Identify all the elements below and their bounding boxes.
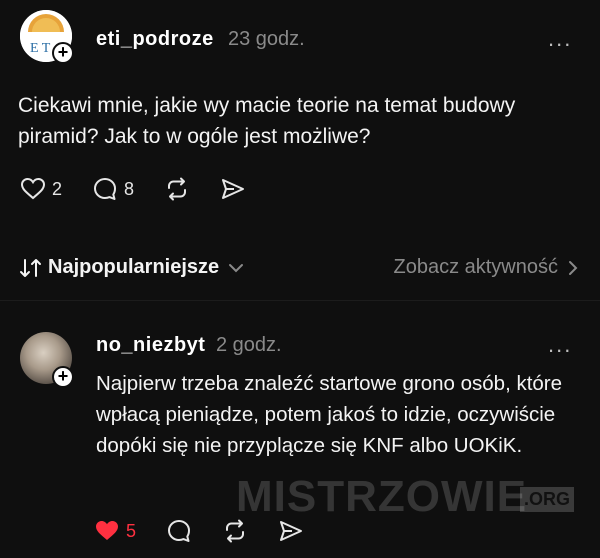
comment-icon <box>94 178 117 200</box>
reply-text: Najpierw trzeba znaleźć startowe grono o… <box>96 372 563 457</box>
view-activity-label: Zobacz aktywność <box>393 256 558 278</box>
sort-dropdown[interactable]: Najpopularniejsze <box>18 256 245 279</box>
post-actions: 2 8 <box>20 176 276 202</box>
post-text: Ciekawi mnie, jakie wy macie teorie na t… <box>18 94 516 148</box>
comment-count: 8 <box>124 178 135 199</box>
sort-icon <box>20 258 41 277</box>
heart-icon <box>96 521 118 540</box>
repost-button[interactable] <box>222 518 248 544</box>
main-post: E T + eti_podroze 23 godz. ... Ciekawi m… <box>0 0 600 230</box>
repost-button[interactable] <box>164 176 190 202</box>
reply-post: + no_niezbyt 2 godz. ... Najpierw trzeba… <box>0 320 600 558</box>
avatar-letters: E T <box>30 41 51 56</box>
sort-label: Najpopularniejsze <box>48 256 220 278</box>
like-count: 5 <box>126 520 137 541</box>
repost-icon <box>226 519 245 543</box>
view-activity-link[interactable]: Zobacz aktywność <box>393 256 580 279</box>
chevron-down-icon <box>229 263 244 272</box>
post-username[interactable]: eti_podroze <box>96 28 214 51</box>
share-icon <box>222 179 245 199</box>
more-icon[interactable]: ... <box>548 28 572 50</box>
post-time: 23 godz. <box>228 28 305 50</box>
more-icon[interactable]: ... <box>548 334 572 356</box>
watermark-text: MISTRZOWIE <box>236 472 528 521</box>
heart-icon <box>20 177 46 200</box>
reply-actions: 5 <box>94 518 334 544</box>
follow-plus-icon[interactable]: + <box>52 42 74 64</box>
chevron-right-icon <box>569 260 578 275</box>
share-button[interactable] <box>278 518 304 544</box>
reply-username[interactable]: no_niezbyt <box>96 334 205 357</box>
repost-icon <box>168 177 187 201</box>
reply-time: 2 godz. <box>216 334 282 356</box>
comment-button[interactable] <box>166 518 192 544</box>
watermark-domain: .ORG <box>520 487 575 512</box>
like-button[interactable]: 2 <box>20 177 62 201</box>
comment-button[interactable]: 8 <box>92 176 134 202</box>
like-count: 2 <box>52 178 63 199</box>
follow-plus-icon[interactable]: + <box>52 366 74 388</box>
divider <box>0 300 600 301</box>
like-button[interactable]: 5 <box>94 519 136 543</box>
sort-bar: Najpopularniejsze Zobacz aktywność <box>0 244 600 292</box>
share-button[interactable] <box>220 176 246 202</box>
comment-icon <box>168 520 191 542</box>
share-icon <box>280 521 303 541</box>
